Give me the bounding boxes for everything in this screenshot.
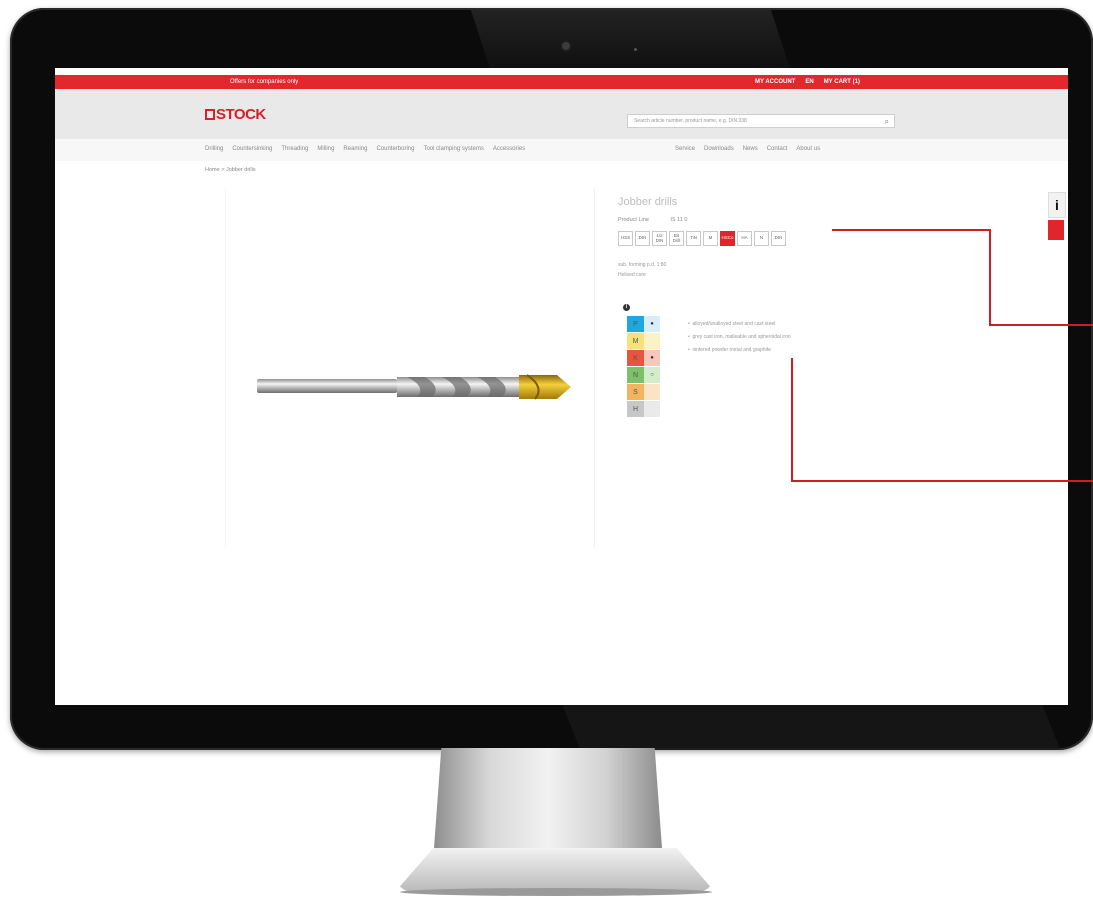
top-bar: Offers for companies only MY ACCOUNT EN …: [55, 75, 1068, 89]
material-item: • grey cast iron, malleable and spheroid…: [688, 334, 791, 340]
camera-icon: [562, 42, 570, 50]
material-item: • alloyed/unalloyed steel and cast steel: [688, 321, 776, 327]
material-suitability-mark: [644, 384, 660, 400]
monitor-screen: Offers for companies only MY ACCOUNT EN …: [55, 68, 1068, 705]
spec-item: Helixed core: [618, 272, 646, 278]
account-links: MY ACCOUNT EN MY CART (1): [755, 79, 860, 85]
nav-item[interactable]: Counterboring: [376, 146, 414, 152]
material-row: N ○: [627, 367, 660, 383]
feature-badge[interactable]: DIN: [771, 231, 786, 246]
main-nav: Drilling Countersinking Threading Milling Re…: [55, 139, 1068, 161]
feature-badge[interactable]: TiN: [686, 231, 701, 246]
material-letter: M: [627, 333, 644, 349]
feature-badge[interactable]: DIN: [635, 231, 650, 246]
search-input[interactable]: Search article number, product name, e.g…: [627, 114, 895, 128]
monitor-stand-base: [395, 848, 715, 892]
my-account-link[interactable]: MY ACCOUNT: [755, 79, 795, 85]
material-letter: K: [627, 350, 644, 366]
feature-badge[interactable]: 1/2 DIN: [652, 231, 667, 246]
cart-link[interactable]: MY CART (1): [824, 79, 860, 85]
site-header: STOCK Search article number, product nam…: [55, 89, 1068, 139]
material-row: M: [627, 333, 660, 349]
callout-line-materials: [791, 358, 793, 482]
logo-mark-icon: [205, 109, 215, 120]
feature-badge[interactable]: N: [754, 231, 769, 246]
callout-line-badges: [989, 229, 991, 326]
material-letter: H: [627, 401, 644, 417]
product-line-value: IS 11 0: [670, 217, 688, 223]
feature-badge[interactable]: HA: [737, 231, 752, 246]
material-letter: N: [627, 367, 644, 383]
service-nav: Service Downloads News Contact About us: [675, 146, 820, 152]
material-suitability-mark: ○: [644, 367, 660, 383]
nav-item[interactable]: Drilling: [205, 146, 223, 152]
search-icon[interactable]: ⌕: [885, 117, 889, 127]
drill-product-image: [257, 374, 571, 400]
feature-badge[interactable]: Bit Drill: [669, 231, 684, 246]
material-suitability-mark: [644, 333, 660, 349]
material-item: • sintered powder metal and graphite: [688, 347, 771, 353]
material-row: S: [627, 384, 660, 400]
spec-item: sub. forming p.d. 1:80: [618, 262, 667, 268]
breadcrumb[interactable]: Home > Jobber drills: [205, 167, 256, 173]
nav-item[interactable]: Tool clamping systems: [423, 146, 483, 152]
feature-badge[interactable]: M: [703, 231, 718, 246]
material-suitability-mark: ●: [644, 350, 660, 366]
nav-item[interactable]: Countersinking: [232, 146, 272, 152]
bezel-glare: [470, 8, 790, 68]
material-row: K ●: [627, 350, 660, 366]
callout-line-badges: [832, 229, 991, 231]
side-action-tab[interactable]: [1048, 220, 1064, 240]
material-info-icon[interactable]: i: [623, 304, 630, 311]
nav-item[interactable]: Threading: [281, 146, 308, 152]
product-line-row: Product Line IS 11 0: [618, 217, 687, 223]
nav-item[interactable]: About us: [796, 146, 820, 152]
material-suitability-mark: ●: [644, 316, 660, 332]
callout-line-badges: [989, 324, 1093, 326]
sensor-dot: [634, 48, 637, 51]
logo-text: STOCK: [216, 106, 266, 123]
nav-item[interactable]: Accessories: [493, 146, 525, 152]
material-suitability-mark: [644, 401, 660, 417]
feature-badge[interactable]: HSCo: [720, 231, 735, 246]
callout-line-materials: [791, 480, 1093, 482]
promo-link[interactable]: Offers for companies only: [230, 79, 298, 85]
material-row: H: [627, 401, 660, 417]
product-line-label: Product Line: [618, 217, 649, 223]
side-info-icon[interactable]: i: [1048, 192, 1066, 218]
material-grid: P ● M K ● N ○ S H: [627, 316, 660, 418]
product-specs: sub. forming p.d. 1:80 Helixed core: [618, 260, 666, 280]
monitor-bezel: Offers for companies only MY ACCOUNT EN …: [10, 8, 1093, 750]
feature-badges: HSS DIN 1/2 DIN Bit Drill TiN M HSCo HA N DIN: [618, 231, 786, 246]
nav-item[interactable]: Reaming: [343, 146, 367, 152]
bezel-reflection: [559, 698, 1061, 750]
nav-item[interactable]: Service: [675, 146, 695, 152]
language-link[interactable]: EN: [805, 79, 813, 85]
nav-item[interactable]: News: [743, 146, 758, 152]
product-title: Jobber drills: [618, 196, 678, 208]
material-list: • alloyed/unalloyed steel and cast steel…: [688, 318, 791, 357]
nav-item[interactable]: Milling: [317, 146, 334, 152]
material-letter: S: [627, 384, 644, 400]
category-nav: Drilling Countersinking Threading Milling Re…: [205, 146, 525, 152]
search-placeholder: Search article number, product name, e.g…: [634, 118, 747, 124]
nav-item[interactable]: Downloads: [704, 146, 734, 152]
nav-item[interactable]: Contact: [767, 146, 788, 152]
feature-badge[interactable]: HSS: [618, 231, 633, 246]
material-letter: P: [627, 316, 644, 332]
material-row: P ●: [627, 316, 660, 332]
stock-logo[interactable]: STOCK: [205, 106, 266, 123]
monitor-stand-shadow: [400, 888, 712, 896]
